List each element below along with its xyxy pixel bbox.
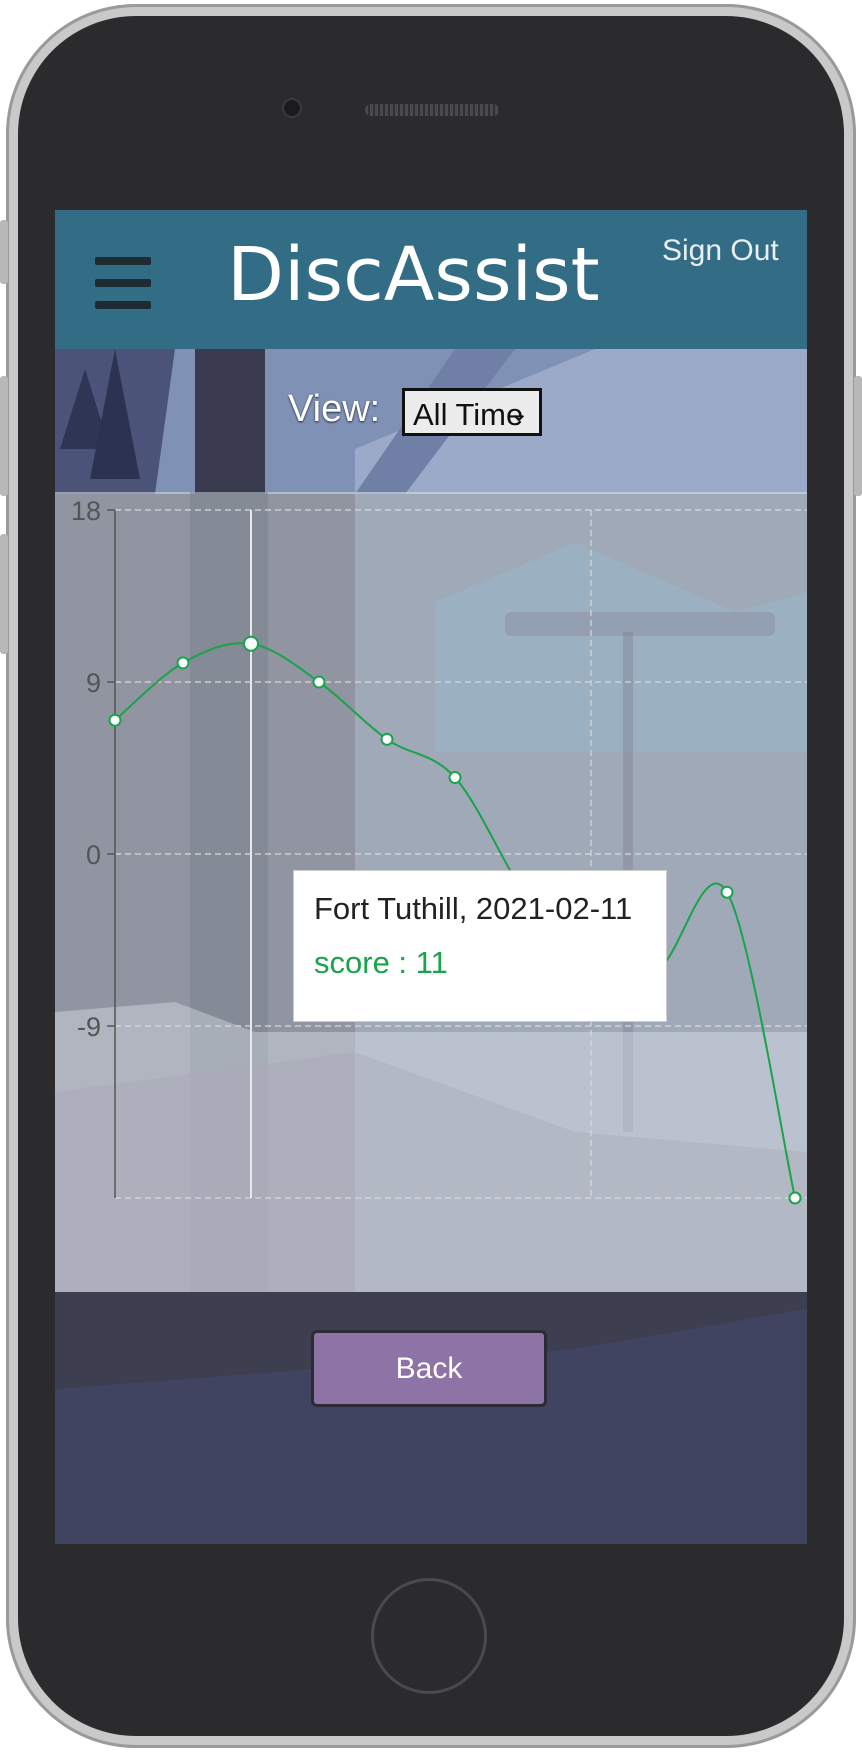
- data-point: [720, 885, 734, 899]
- chevron-down-icon: ⌄: [508, 400, 529, 427]
- phone-power-button: [854, 376, 862, 496]
- data-point: [176, 656, 190, 670]
- data-point: [108, 713, 122, 727]
- tooltip-label: Fort Tuthill, 2021-02-11: [314, 891, 633, 926]
- hamburger-menu-icon[interactable]: [95, 257, 151, 309]
- y-tick-label: 0: [86, 840, 101, 870]
- app-screen: DiscAssist Sign Out View: All Time ⌄ 18 9…: [55, 210, 807, 1544]
- home-button[interactable]: [371, 1578, 487, 1694]
- view-filter: View: All Time ⌄: [55, 388, 807, 448]
- chart-tooltip: Fort Tuthill, 2021-02-11 score : 11: [293, 870, 667, 1022]
- data-point: [788, 1191, 802, 1205]
- y-tick-label: -9: [77, 1012, 101, 1042]
- data-point: [380, 732, 394, 746]
- sign-out-link[interactable]: Sign Out: [662, 234, 779, 268]
- back-button[interactable]: Back: [311, 1330, 547, 1407]
- view-select-value: All Time: [413, 397, 524, 432]
- app-header: DiscAssist Sign Out: [55, 210, 807, 349]
- phone-volume-down: [0, 534, 8, 654]
- view-select[interactable]: All Time ⌄: [402, 388, 542, 436]
- app-title: DiscAssist: [227, 232, 600, 318]
- speaker-grille: [365, 104, 499, 116]
- y-tick-label: 9: [86, 668, 101, 698]
- phone-volume-up: [0, 376, 8, 496]
- data-point: [448, 771, 462, 785]
- y-tick-label: 18: [71, 496, 101, 526]
- front-camera-icon: [284, 100, 300, 116]
- tooltip-value: score : 11: [314, 945, 448, 980]
- data-point-active: [243, 635, 259, 652]
- view-label: View:: [288, 388, 381, 430]
- phone-mute-switch: [0, 220, 8, 284]
- data-point: [312, 675, 326, 689]
